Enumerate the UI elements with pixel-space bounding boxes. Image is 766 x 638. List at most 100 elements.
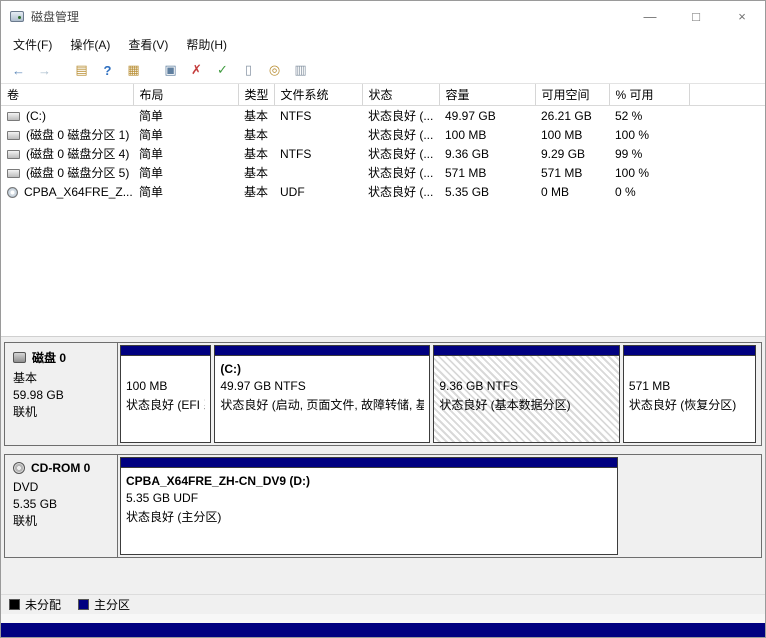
cell-type: 基本 xyxy=(238,182,274,201)
column-header[interactable] xyxy=(689,84,765,106)
partition-block[interactable]: (C:) 49.97 GB NTFS 状态良好 (启动, 页面文件, 故障转储,… xyxy=(214,345,430,443)
partition-body: 571 MB 状态良好 (恢复分区) xyxy=(624,356,756,442)
minimize-button[interactable]: — xyxy=(627,1,673,31)
column-header[interactable]: 布局 xyxy=(133,84,238,106)
title-bar: 磁盘管理 — □ × xyxy=(1,1,765,31)
window-controls: — □ × xyxy=(627,1,765,31)
menu-item-view[interactable]: 查看(V) xyxy=(119,32,177,57)
column-header[interactable]: 容量 xyxy=(439,84,535,106)
cell-capacity: 100 MB xyxy=(439,125,535,144)
cell-filler xyxy=(689,125,765,144)
volume-icon xyxy=(7,187,18,198)
cell-status: 状态良好 (... xyxy=(362,125,439,144)
partition-size: 100 MB xyxy=(126,379,205,396)
close-button[interactable]: × xyxy=(719,1,765,31)
bottom-strip xyxy=(1,623,765,637)
cell-type: 基本 xyxy=(238,106,274,126)
maximize-button[interactable]: □ xyxy=(673,1,719,31)
partition-status: 状态良好 (EFI 系 xyxy=(126,396,205,413)
cell-percent-free: 0 % xyxy=(609,182,689,201)
export-list-icon[interactable]: ▦ xyxy=(123,60,144,81)
cell-free-space: 0 MB xyxy=(535,182,609,201)
volume-name: CPBA_X64FRE_Z... xyxy=(24,185,133,199)
cdrom0-info[interactable]: CD-ROM 0 DVD 5.35 GB 联机 xyxy=(5,455,118,557)
graphical-view: 磁盘 0 基本 59.98 GB 联机 100 MB 状态良好 (EFI 系 xyxy=(1,336,765,594)
explore-icon[interactable]: ◎ xyxy=(264,60,285,81)
legend-label: 未分配 xyxy=(25,596,61,613)
window-title: 磁盘管理 xyxy=(31,8,79,25)
volume-row[interactable]: CPBA_X64FRE_Z... 简单 基本 UDF 状态良好 (... 5.3… xyxy=(1,182,765,201)
cell-percent-free: 100 % xyxy=(609,163,689,182)
volume-row[interactable]: (磁盘 0 磁盘分区 4) 简单 基本 NTFS 状态良好 (... 9.36 … xyxy=(1,144,765,163)
help-icon[interactable]: ? xyxy=(97,60,118,81)
cell-capacity: 571 MB xyxy=(439,163,535,182)
volume-name: (磁盘 0 磁盘分区 4) xyxy=(26,147,129,161)
cell-capacity: 49.97 GB xyxy=(439,106,535,126)
column-header[interactable]: 状态 xyxy=(362,84,439,106)
cell-filesystem xyxy=(274,163,362,182)
legend-swatch xyxy=(9,599,20,610)
cell-percent-free: 52 % xyxy=(609,106,689,126)
column-header[interactable]: 文件系统 xyxy=(274,84,362,106)
partition-block[interactable]: CPBA_X64FRE_ZH-CN_DV9 (D:) 5.35 GB UDF 状… xyxy=(120,457,618,555)
volume-row[interactable]: (磁盘 0 磁盘分区 1) 简单 基本 状态良好 (... 100 MB 100… xyxy=(1,125,765,144)
menu-bar: 文件(F) 操作(A) 查看(V) 帮助(H) xyxy=(1,31,765,57)
mark-partition-active-icon[interactable]: ✓ xyxy=(212,60,233,81)
volume-row[interactable]: (C:) 简单 基本 NTFS 状态良好 (... 49.97 GB 26.21… xyxy=(1,106,765,126)
volume-name: (C:) xyxy=(26,109,46,123)
volume-list-panel: 卷 布局 类型 文件系统 状态 容量 可用空间 % 可用 xyxy=(1,84,765,336)
menu-item-action[interactable]: 操作(A) xyxy=(61,32,119,57)
column-header[interactable]: 可用空间 xyxy=(535,84,609,106)
console-window-icon[interactable]: ▣ xyxy=(160,60,181,81)
cell-free-space: 571 MB xyxy=(535,163,609,182)
cell-free-space: 9.29 GB xyxy=(535,144,609,163)
legend-bar: 未分配 主分区 xyxy=(1,594,765,614)
menu-item-help[interactable]: 帮助(H) xyxy=(177,32,236,57)
partition-block[interactable]: 571 MB 状态良好 (恢复分区) xyxy=(623,345,757,443)
partition-block[interactable]: 100 MB 状态良好 (EFI 系 xyxy=(120,345,211,443)
console-tree-icon[interactable]: ▤ xyxy=(71,60,92,81)
view-options-icon[interactable]: ▥ xyxy=(290,60,311,81)
bottom-spacer xyxy=(1,614,765,623)
volume-table: 卷 布局 类型 文件系统 状态 容量 可用空间 % 可用 xyxy=(1,84,765,201)
cell-filler xyxy=(689,182,765,201)
forward-icon[interactable]: → xyxy=(34,60,55,81)
cell-percent-free: 100 % xyxy=(609,125,689,144)
cell-status: 状态良好 (... xyxy=(362,182,439,201)
legend-item: 主分区 xyxy=(78,596,130,613)
partition-type-strip xyxy=(121,458,617,468)
partition-title xyxy=(629,362,751,379)
cell-filesystem: NTFS xyxy=(274,106,362,126)
partition-size: 9.36 GB NTFS xyxy=(439,379,614,396)
menu-item-file[interactable]: 文件(F) xyxy=(4,32,61,57)
partition-title: CPBA_X64FRE_ZH-CN_DV9 (D:) xyxy=(126,474,612,491)
partition-block[interactable]: 9.36 GB NTFS 状态良好 (基本数据分区) xyxy=(433,345,620,443)
disk0-name-row: 磁盘 0 xyxy=(13,349,109,366)
disk-icon xyxy=(13,352,26,363)
partition-status: 状态良好 (恢复分区) xyxy=(629,396,751,413)
volume-icon xyxy=(7,150,20,159)
partition-title xyxy=(126,362,205,379)
cell-filesystem xyxy=(274,125,362,144)
partition-body: CPBA_X64FRE_ZH-CN_DV9 (D:) 5.35 GB UDF 状… xyxy=(121,468,617,554)
column-header[interactable]: 类型 xyxy=(238,84,274,106)
column-header[interactable]: % 可用 xyxy=(609,84,689,106)
cell-filesystem: UDF xyxy=(274,182,362,201)
disk-row-disk0: 磁盘 0 基本 59.98 GB 联机 100 MB 状态良好 (EFI 系 xyxy=(4,342,762,446)
disk0-info[interactable]: 磁盘 0 基本 59.98 GB 联机 xyxy=(5,343,118,445)
volume-row[interactable]: (磁盘 0 磁盘分区 5) 简单 基本 状态良好 (... 571 MB 571… xyxy=(1,163,765,182)
column-header[interactable]: 卷 xyxy=(1,84,133,106)
disk0-type: 基本 xyxy=(13,370,109,387)
cell-layout: 简单 xyxy=(133,163,238,182)
delete-volume-icon[interactable]: ✗ xyxy=(186,60,207,81)
back-icon[interactable]: ← xyxy=(8,60,29,81)
cdrom0-size: 5.35 GB xyxy=(13,496,109,513)
disk0-status: 联机 xyxy=(13,404,109,421)
cell-filler xyxy=(689,163,765,182)
partition-type-strip xyxy=(624,346,756,356)
document-icon[interactable]: ▯ xyxy=(238,60,259,81)
cdrom0-partition-area: CPBA_X64FRE_ZH-CN_DV9 (D:) 5.35 GB UDF 状… xyxy=(118,455,761,557)
partition-type-strip xyxy=(121,346,210,356)
legend-item: 未分配 xyxy=(9,596,61,613)
partition-body: 100 MB 状态良好 (EFI 系 xyxy=(121,356,210,442)
